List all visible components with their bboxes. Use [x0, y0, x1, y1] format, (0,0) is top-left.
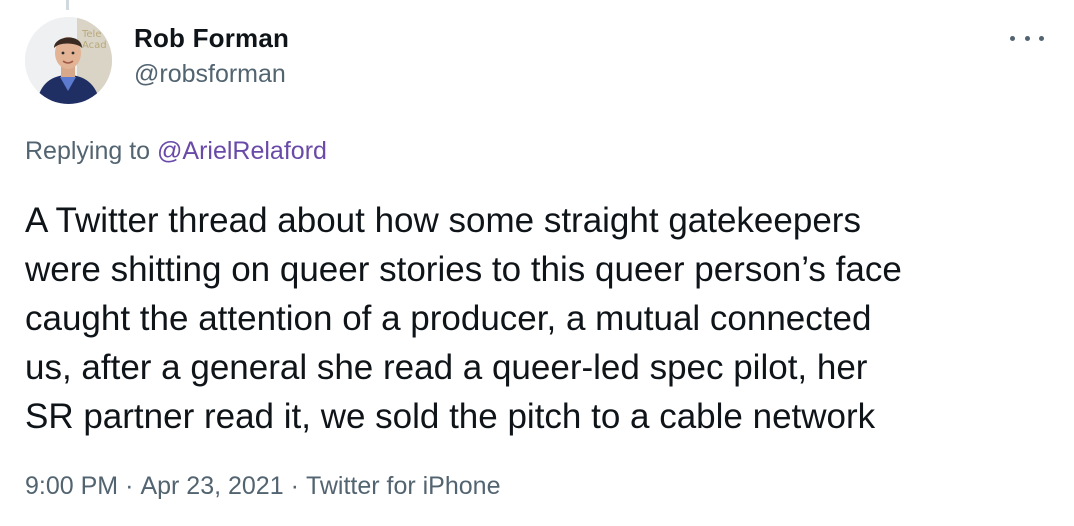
replying-to: Replying to @ArielRelaford: [25, 137, 327, 166]
tweet-text-line: caught the attention of a producer, a mu…: [25, 299, 872, 338]
svg-text:Tele: Tele: [81, 29, 102, 40]
tweet-text: A Twitter thread about how some straight…: [25, 196, 1055, 441]
svg-text:Acad: Acad: [82, 40, 107, 51]
tweet-text-line: us, after a general she read a queer-led…: [25, 348, 868, 387]
avatar[interactable]: Tele Acad: [25, 17, 112, 104]
tweet-text-line: were shitting on queer stories to this q…: [25, 250, 902, 289]
more-dot: [1039, 35, 1044, 41]
more-dot: [1024, 35, 1030, 41]
meta-separator: ·: [290, 472, 299, 500]
more-options-icon[interactable]: [1010, 28, 1044, 48]
more-dot: [1010, 35, 1015, 41]
author-name[interactable]: Rob Forman: [134, 23, 289, 54]
tweet-text-line: A Twitter thread about how some straight…: [25, 201, 861, 240]
tweet-source-link[interactable]: Twitter for iPhone: [306, 472, 501, 500]
replying-to-label: Replying to: [25, 137, 158, 165]
tweet-date[interactable]: Apr 23, 2021: [140, 472, 283, 500]
thread-connector-line: [66, 0, 69, 10]
meta-separator: ·: [125, 472, 134, 500]
tweet-text-line: SR partner read it, we sold the pitch to…: [25, 397, 876, 436]
tweet-metadata: 9:00 PM · Apr 23, 2021 · Twitter for iPhone: [25, 472, 500, 501]
author-handle[interactable]: @robsforman: [134, 60, 286, 89]
tweet-card: Tele Acad Rob Forman @robsforman Replyin…: [0, 0, 1074, 526]
profile-photo-icon: Tele Acad: [25, 17, 112, 104]
tweet-time[interactable]: 9:00 PM: [25, 472, 118, 500]
reply-mention-link[interactable]: @ArielRelaford: [157, 137, 327, 165]
